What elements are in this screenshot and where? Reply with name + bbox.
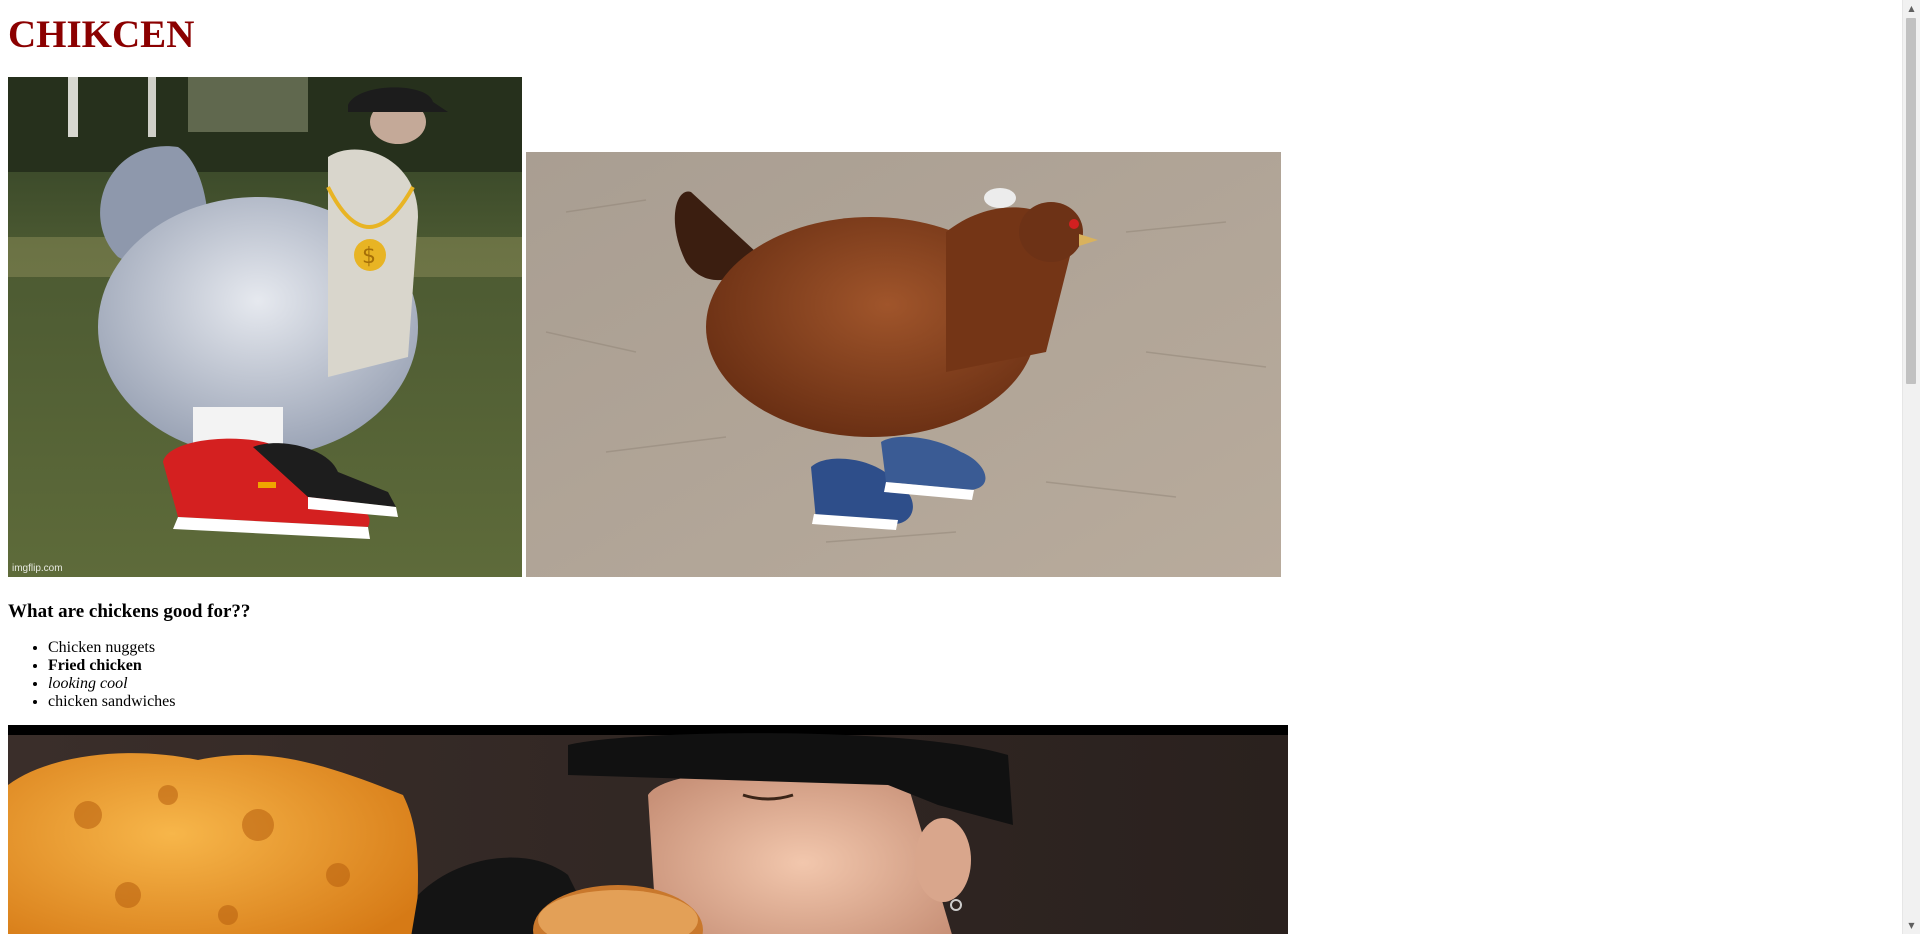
vertical-scrollbar[interactable]: ▲ ▼ bbox=[1902, 0, 1920, 934]
brown-hen-with-sneakers-image bbox=[526, 152, 1281, 577]
image-row: $ imgflip.com bbox=[8, 77, 1898, 577]
good-for-list: Chicken nuggets Fried chicken looking co… bbox=[8, 639, 1898, 711]
imgflip-watermark: imgflip.com bbox=[12, 563, 63, 574]
list-item: Fried chicken bbox=[48, 657, 1898, 675]
list-item: chicken sandwiches bbox=[48, 693, 1898, 711]
scroll-up-arrow-icon[interactable]: ▲ bbox=[1903, 0, 1920, 17]
scrollbar-thumb[interactable] bbox=[1906, 18, 1916, 384]
svg-text:$: $ bbox=[362, 244, 376, 269]
page-title: CHIKCEN bbox=[8, 13, 195, 56]
list-item: Chicken nuggets bbox=[48, 639, 1898, 657]
page-content: CHIKCEN $ imgflip.com What are chickens … bbox=[8, 0, 1898, 934]
chicken-with-sneakers-image: $ imgflip.com bbox=[8, 77, 522, 577]
section-heading: What are chickens good for?? bbox=[8, 601, 251, 622]
scroll-down-arrow-icon[interactable]: ▼ bbox=[1903, 917, 1920, 934]
list-item: looking cool bbox=[48, 675, 1898, 693]
fried-chicken-eating-image bbox=[8, 725, 1288, 934]
